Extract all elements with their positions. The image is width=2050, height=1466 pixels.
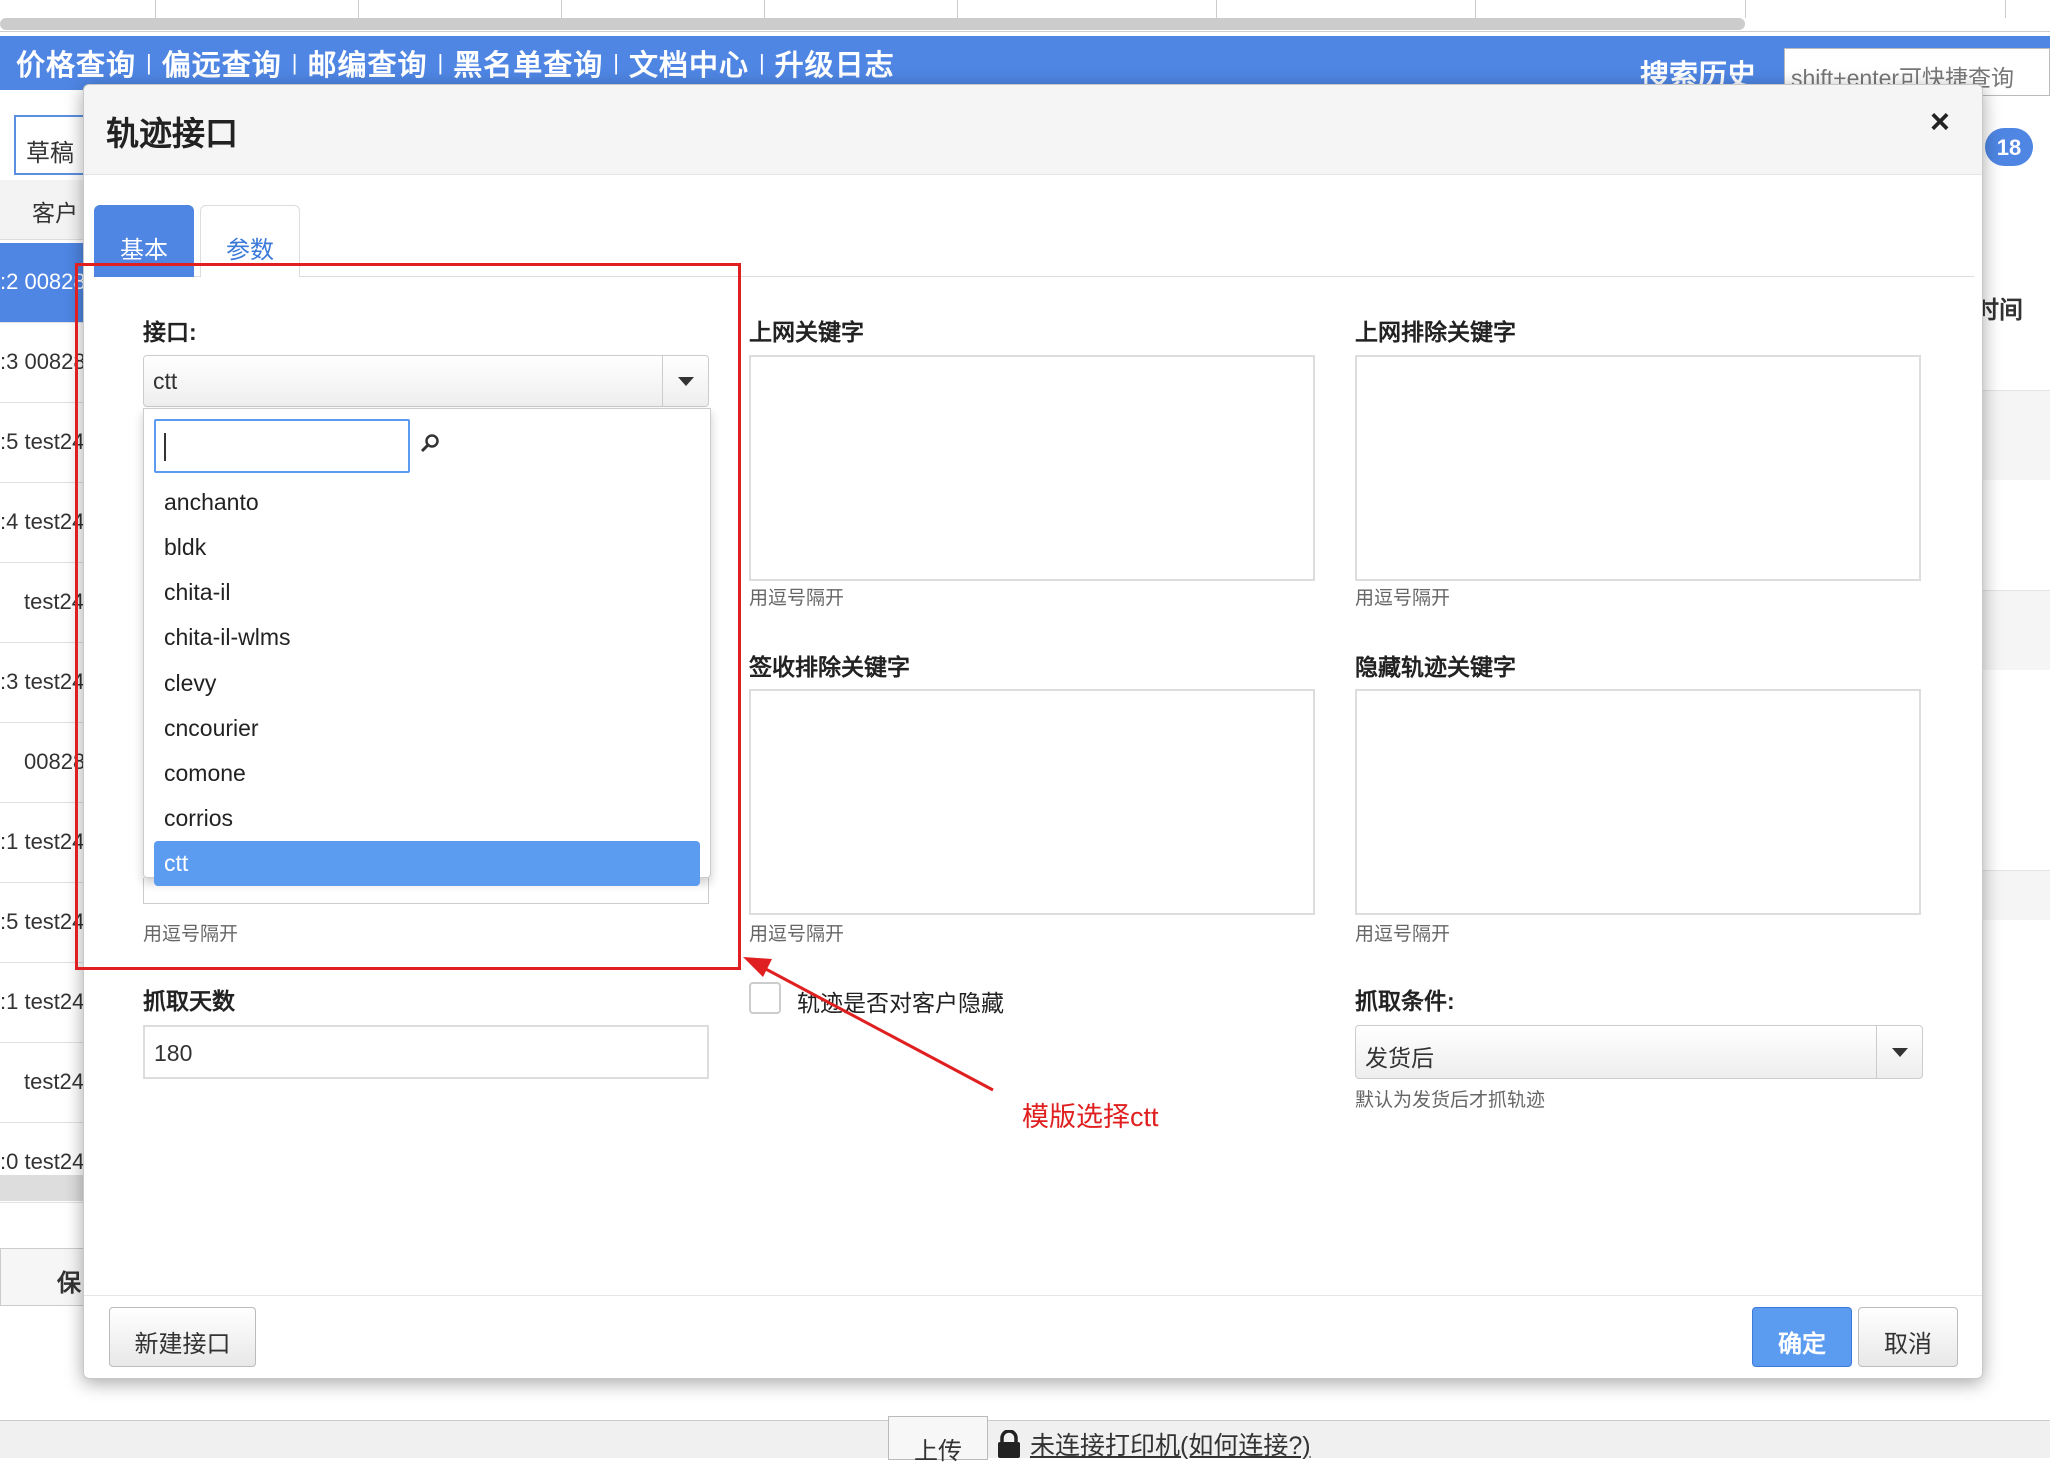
client-column-header: 客户 — [0, 180, 90, 240]
nav-separator: | — [146, 50, 152, 75]
right-row — [1975, 390, 2050, 480]
top-strip-divider — [2005, 0, 2006, 18]
nav-doc-center[interactable]: 文档中心 — [629, 42, 749, 84]
nav-separator: | — [613, 50, 619, 75]
nav-separator: | — [437, 50, 444, 75]
dialog-header — [84, 85, 1982, 175]
highlight-box — [75, 263, 741, 970]
fetch-days-input[interactable]: 180 — [143, 1025, 709, 1079]
top-strip-divider — [155, 0, 156, 18]
close-icon[interactable]: × — [1930, 103, 1950, 142]
top-strip-divider — [1745, 0, 1746, 18]
dialog-title: 轨迹接口 — [106, 115, 238, 152]
upload-button[interactable]: 上传 — [888, 1416, 988, 1465]
new-interface-button[interactable]: 新建接口 — [109, 1307, 256, 1367]
list-row[interactable]: :1 test24 — [0, 963, 90, 1043]
nav-upgrade-log[interactable]: 升级日志 — [775, 42, 895, 84]
online-exclude-label: 上网排除关键字 — [1355, 319, 1516, 345]
nav-postcode-query[interactable]: 邮编查询 — [307, 42, 427, 84]
list-row[interactable]: test24 — [0, 1043, 90, 1123]
comma-hint: 用逗号隔开 — [749, 924, 845, 945]
online-exclude-textarea[interactable] — [1355, 355, 1921, 581]
fetch-days-label: 抓取天数 — [143, 988, 235, 1014]
printer-status-text[interactable]: 未连接打印机(如何连接?) — [1030, 1426, 1311, 1462]
online-keywords-textarea[interactable] — [749, 355, 1315, 581]
nav-price-query[interactable]: 价格查询 — [16, 42, 136, 84]
hide-from-customer-checkbox[interactable] — [749, 982, 781, 1014]
fetch-condition-hint: 默认为发货后才抓轨迹 — [1355, 1090, 1546, 1111]
top-strip-divider — [1475, 0, 1476, 18]
save-button-partial[interactable]: 保 — [0, 1248, 90, 1306]
comma-hint: 用逗号隔开 — [1355, 588, 1451, 609]
hide-from-customer-label: 轨迹是否对客户隐藏 — [797, 990, 1004, 1016]
right-row — [1975, 870, 2050, 920]
top-strip-divider — [561, 0, 562, 18]
comma-hint: 用逗号隔开 — [1355, 924, 1451, 945]
annotation-text: 模版选择ctt — [1022, 1102, 1159, 1132]
top-strip-divider — [1216, 0, 1217, 18]
top-strip-divider — [764, 0, 765, 18]
top-strip-divider — [957, 0, 958, 18]
right-row — [1975, 590, 2050, 670]
sign-exclude-textarea[interactable] — [749, 689, 1315, 915]
confirm-button[interactable]: 确定 — [1752, 1307, 1852, 1367]
left-panel-scroll-area — [0, 1175, 90, 1201]
fetch-condition-label: 抓取条件: — [1355, 988, 1455, 1014]
chevron-down-icon[interactable] — [1876, 1026, 1922, 1078]
printer-status[interactable]: 未连接打印机(如何连接?) — [996, 1426, 1311, 1462]
hide-track-textarea[interactable] — [1355, 689, 1921, 915]
cancel-button[interactable]: 取消 — [1858, 1307, 1958, 1367]
nav-separator: | — [758, 50, 765, 75]
online-keywords-label: 上网关键字 — [749, 319, 864, 345]
nav-separator: | — [291, 50, 298, 75]
horizontal-scrollbar[interactable] — [0, 18, 1745, 30]
fetch-condition-value: 发货后 — [1365, 1045, 1434, 1071]
dialog-footer — [84, 1295, 1982, 1379]
lock-icon — [996, 1429, 1022, 1458]
top-strip-divider — [358, 0, 359, 18]
count-badge: 18 — [1985, 128, 2033, 166]
nav-remote-query[interactable]: 偏远查询 — [162, 42, 282, 84]
hide-track-label: 隐藏轨迹关键字 — [1355, 654, 1516, 680]
comma-hint: 用逗号隔开 — [749, 588, 845, 609]
sign-exclude-label: 签收排除关键字 — [749, 654, 910, 680]
fetch-condition-select[interactable]: 发货后 — [1355, 1025, 1923, 1079]
nav-blacklist-query[interactable]: 黑名单查询 — [453, 42, 603, 84]
